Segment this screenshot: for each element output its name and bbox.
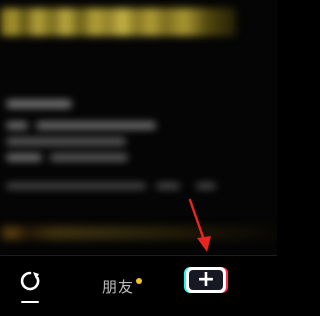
- blurred-text: [36, 122, 156, 129]
- blurred-banner: [0, 8, 236, 36]
- notification-dot: [136, 278, 142, 284]
- bottom-nav-bar: 朋友 +: [0, 255, 277, 316]
- active-tab-indicator: [21, 301, 39, 303]
- blurred-text: [6, 122, 28, 129]
- create-button-frame: +: [184, 267, 228, 293]
- create-post-button[interactable]: +: [180, 256, 232, 316]
- blurred-text: [6, 183, 146, 189]
- blurred-text: [6, 154, 42, 161]
- nav-home-button[interactable]: [8, 256, 52, 316]
- blurred-text: [196, 183, 216, 189]
- blurred-text: [50, 154, 128, 161]
- home-refresh-icon: [20, 271, 40, 291]
- blurred-video-content: [0, 0, 277, 255]
- blurred-text: [156, 183, 180, 189]
- blurred-strip: [0, 226, 277, 240]
- blurred-text: [6, 138, 126, 145]
- blurred-text: [6, 100, 72, 108]
- plus-icon: +: [196, 267, 216, 292]
- nav-friends-tab[interactable]: 朋友: [88, 256, 156, 316]
- video-feed[interactable]: [0, 0, 277, 255]
- friends-label: 朋友: [101, 277, 134, 296]
- annotation-arrow-icon: [188, 198, 211, 252]
